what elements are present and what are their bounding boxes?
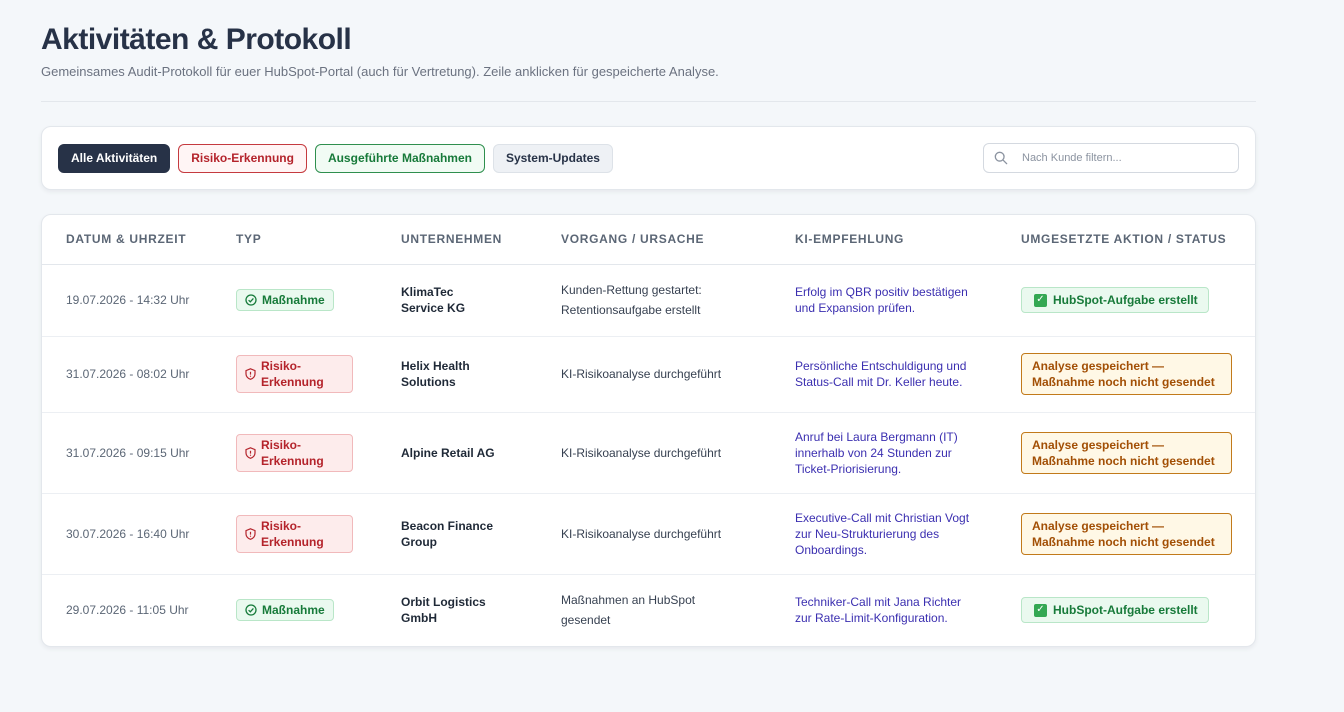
activity-log-page: Aktivitäten & Protokoll Gemeinsames Audi… (41, 24, 1256, 647)
row-status-cell: Analyse gespeichert — Maßnahme noch nich… (997, 336, 1255, 413)
row-type-cell: Risiko-Erkennung (212, 493, 377, 575)
header-status: Umgesetzte Aktion / Status (997, 215, 1255, 265)
row-type-cell: Maßnahme (212, 264, 377, 337)
filter-risk-button[interactable]: Risiko-Erkennung (178, 143, 307, 173)
table-row[interactable]: 30.07.2026 - 16:40 Uhr Risiko-Erkennung … (42, 493, 1255, 575)
row-cause: KI-Risikoanalyse durchgeführt (537, 493, 771, 575)
customer-search-box[interactable] (983, 143, 1239, 173)
check-circle-icon (245, 604, 257, 616)
row-recommendation: Techniker-Call mit Jana Richter zur Rate… (795, 595, 962, 626)
row-company: KlimaTec Service KG (377, 264, 537, 337)
activity-table-card: Datum & Uhrzeit Typ Unternehmen Vorgang … (41, 214, 1256, 647)
row-cause: KI-Risikoanalyse durchgeführt (537, 412, 771, 494)
row-status-cell: Analyse gespeichert — Maßnahme noch nich… (997, 412, 1255, 494)
type-badge-action: Maßnahme (236, 289, 334, 311)
type-label: Risiko-Erkennung (261, 359, 324, 389)
status-analysis-saved: Analyse gespeichert — Maßnahme noch nich… (1021, 431, 1232, 474)
type-label: Maßnahme (262, 603, 325, 618)
header-cause: Vorgang / Ursache (537, 215, 771, 265)
row-type-cell: Risiko-Erkennung (212, 412, 377, 494)
filter-bar: Alle Aktivitäten Risiko-Erkennung Ausgef… (41, 126, 1256, 190)
filter-all-button[interactable]: Alle Aktivitäten (58, 143, 171, 173)
row-date: 31.07.2026 - 08:02 Uhr (42, 336, 212, 413)
row-recommendation: Erfolg im QBR positiv bestätigen und Exp… (771, 264, 997, 337)
table-row[interactable]: 19.07.2026 - 14:32 Uhr Maßnahme KlimaTec… (42, 264, 1255, 337)
header-recommendation: KI-Empfehlung (771, 215, 997, 265)
table-row[interactable]: 31.07.2026 - 08:02 Uhr Risiko-Erkennung … (42, 336, 1255, 413)
shield-icon (245, 527, 256, 540)
shield-icon (245, 368, 256, 380)
row-date: 31.07.2026 - 09:15 Uhr (42, 412, 212, 494)
type-badge-risk: Risiko-Erkennung (236, 514, 353, 553)
row-company: Helix Health Solutions (377, 336, 537, 413)
table-header-row: Datum & Uhrzeit Typ Unternehmen Vorgang … (42, 215, 1255, 265)
row-company: Alpine Retail AG (377, 412, 537, 494)
row-status-cell: Analyse gespeichert — Maßnahme noch nich… (997, 493, 1255, 575)
row-cause: KI-Risikoanalyse durchgeführt (537, 336, 771, 413)
row-date: 19.07.2026 - 14:32 Uhr (42, 264, 212, 337)
header-date: Datum & Uhrzeit (42, 215, 212, 265)
shield-icon (245, 446, 256, 459)
type-badge-risk: Risiko-Erkennung (236, 355, 353, 393)
activity-table: Datum & Uhrzeit Typ Unternehmen Vorgang … (42, 215, 1255, 646)
header-type: Typ (212, 215, 377, 265)
status-task-created: ✓ HubSpot-Aufgabe erstellt (1021, 597, 1209, 624)
check-circle-icon (245, 294, 257, 306)
page-title: Aktivitäten & Protokoll (41, 23, 352, 56)
row-cause: Kunden-Rettung gestartet: Retentionsaufg… (537, 264, 771, 337)
filter-actions-button[interactable]: Ausgeführte Maßnahmen (314, 143, 485, 173)
page-subtitle: Gemeinsames Audit-Protokoll für euer Hub… (41, 64, 719, 79)
status-task-created: ✓ HubSpot-Aufgabe erstellt (1021, 287, 1209, 313)
status-label: HubSpot-Aufgabe erstellt (1053, 293, 1198, 307)
row-recommendation: Persönliche Entschuldigung und Status-Ca… (771, 336, 997, 413)
type-label: Risiko-Erkennung (261, 518, 324, 549)
type-badge-action: Maßnahme (236, 599, 334, 622)
row-type-cell: Maßnahme (212, 574, 377, 646)
row-company: Beacon Finance Group (377, 493, 537, 575)
row-date: 29.07.2026 - 11:05 Uhr (66, 603, 189, 618)
status-analysis-saved: Analyse gespeichert — Maßnahme noch nich… (1021, 512, 1232, 555)
customer-search-input[interactable] (1022, 152, 1222, 164)
status-label: HubSpot-Aufgabe erstellt (1053, 603, 1198, 618)
row-type-cell: Risiko-Erkennung (212, 336, 377, 413)
row-status-cell: ✓ HubSpot-Aufgabe erstellt (997, 264, 1255, 337)
table-row[interactable]: 29.07.2026 - 11:05 Uhr Maßnahme Orbit Lo… (42, 574, 1255, 646)
row-date: 30.07.2026 - 16:40 Uhr (42, 493, 212, 575)
type-label: Risiko-Erkennung (261, 437, 324, 468)
table-row[interactable]: 31.07.2026 - 09:15 Uhr Risiko-Erkennung … (42, 412, 1255, 494)
row-status-cell: ✓ HubSpot-Aufgabe erstellt (997, 574, 1255, 646)
row-company: Orbit Logistics GmbH (401, 595, 486, 626)
status-analysis-saved: Analyse gespeichert — Maßnahme noch nich… (1021, 353, 1232, 395)
header-divider (41, 101, 1256, 102)
checkbox-checked-icon: ✓ (1034, 603, 1047, 617)
header-company: Unternehmen (377, 215, 537, 265)
search-icon (994, 151, 1008, 165)
row-recommendation: Anruf bei Laura Bergmann (IT) innerhalb … (771, 412, 997, 494)
type-label: Maßnahme (262, 293, 325, 307)
row-recommendation: Executive-Call mit Christian Vogt zur Ne… (771, 493, 997, 575)
filter-system-button[interactable]: System-Updates (492, 143, 613, 173)
checkbox-checked-icon: ✓ (1034, 293, 1047, 307)
row-cause: Maßnahmen an HubSpot gesendet (561, 593, 696, 628)
type-badge-risk: Risiko-Erkennung (236, 433, 353, 472)
